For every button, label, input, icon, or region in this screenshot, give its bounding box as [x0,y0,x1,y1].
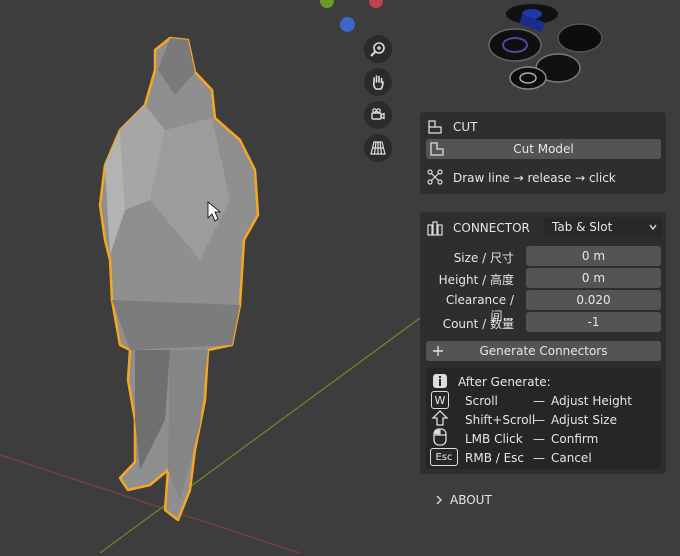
help-row-2-key: Shift+Scroll [465,413,536,427]
connector-panel-icon [427,220,443,236]
draw-line-icon [427,169,443,185]
about-panel-title: ABOUT [450,493,492,507]
info-icon [432,373,448,389]
cut-panel-title: CUT [453,120,478,134]
cut-model-label: Cut Model [513,142,574,156]
help-row-1-sep: — [533,394,545,408]
mouse-lmb-icon [433,428,447,446]
camera-icon [369,106,387,124]
help-heading: After Generate: [458,375,551,389]
gizmo-z-axis-dot[interactable] [340,17,355,32]
connector-panel: CONNECTOR Tab & Slot Size / 尺寸 0 m Heigh… [420,212,666,474]
selected-figure[interactable] [98,36,260,522]
height-field[interactable]: 0 m [526,268,661,288]
pan-button[interactable] [364,68,392,96]
camera-button[interactable] [364,101,392,129]
clearance-field[interactable]: 0.020 [526,290,661,310]
chevron-right-icon [434,494,444,506]
cut-panel-icon [427,119,443,135]
zoom-icon [369,40,387,58]
size-field[interactable]: 0 m [526,246,661,266]
addon-preview-image [470,0,610,96]
chevron-down-icon [648,222,658,232]
about-panel[interactable]: ABOUT [420,486,666,514]
help-row-1-action: Adjust Height [551,394,632,408]
cut-model-button[interactable]: Cut Model [426,139,661,159]
w-key-icon: W [431,391,449,409]
cut-model-icon [429,141,445,157]
help-row-2-action: Adjust Size [551,413,617,427]
help-row-2-sep: — [533,413,545,427]
help-row-4-key: RMB / Esc [465,451,525,465]
count-label: Count / 数量 [442,317,514,331]
help-row-3-action: Confirm [551,432,599,446]
cut-hint-text: Draw line → release → click [453,171,616,185]
help-row-4-sep: — [533,451,545,465]
cut-panel: CUT Cut Model Draw line → release → clic… [420,112,666,194]
help-row-1-key: Scroll [465,394,498,408]
zoom-button[interactable] [364,35,392,63]
generate-connectors-label: Generate Connectors [479,344,608,358]
help-row-4-action: Cancel [551,451,592,465]
perspective-toggle-button[interactable] [364,134,392,162]
connector-panel-title: CONNECTOR [453,221,530,235]
connector-type-dropdown[interactable]: Tab & Slot [544,217,662,237]
plus-icon [432,344,444,358]
connector-type-value: Tab & Slot [552,220,613,234]
count-field[interactable]: -1 [526,312,661,332]
shift-key-icon [431,409,449,427]
esc-key-icon: Esc [430,448,458,466]
height-label: Height / 高度 [438,273,514,287]
grid-perspective-icon [369,139,387,157]
generate-connectors-button[interactable]: Generate Connectors [426,341,661,361]
size-label: Size / 尺寸 [453,251,514,265]
help-box: After Generate: W Scroll — Adjust Height… [426,368,661,469]
hand-icon [369,73,387,91]
help-row-3-key: LMB Click [465,432,523,446]
help-row-3-sep: — [533,432,545,446]
